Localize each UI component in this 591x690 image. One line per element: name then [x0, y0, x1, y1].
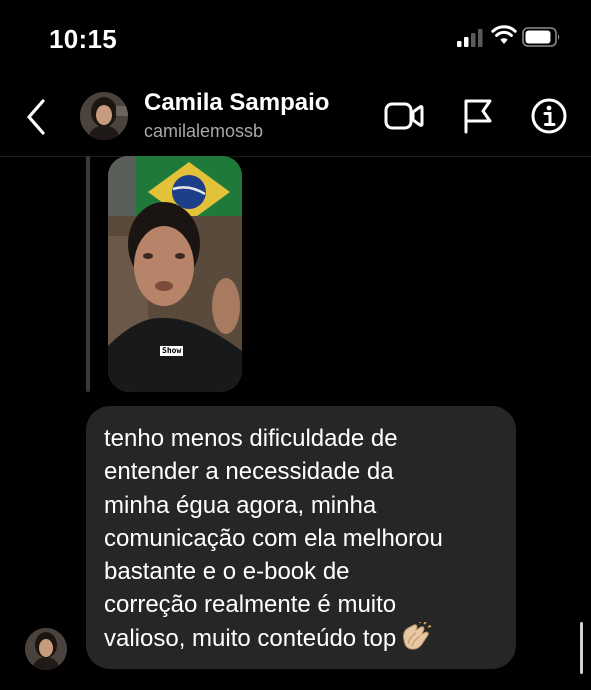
message-text: tenho menos dificuldade de entender a ne…	[104, 422, 502, 655]
sender-avatar-photo	[25, 628, 67, 670]
video-thumbnail[interactable]: Show	[108, 156, 242, 392]
video-frame	[108, 156, 242, 392]
message-text-content: tenho menos dificuldade de entender a ne…	[104, 425, 443, 652]
scroll-indicator[interactable]	[580, 622, 583, 674]
back-icon[interactable]	[24, 98, 48, 136]
avatar[interactable]	[80, 92, 128, 140]
status-bar: 10:15	[0, 0, 591, 80]
signal-icon	[457, 29, 483, 47]
video-call-icon[interactable]	[384, 100, 424, 132]
info-icon[interactable]	[530, 97, 568, 135]
avatar-photo	[80, 92, 128, 140]
status-time: 10:15	[49, 24, 117, 54]
battery-icon	[522, 27, 560, 47]
contact-name[interactable]: Camila Sampaio	[144, 89, 329, 117]
video-caption: Show	[160, 346, 184, 356]
clapping-hands-icon	[403, 621, 432, 650]
sender-avatar[interactable]	[25, 628, 67, 670]
reply-indicator-bar	[86, 156, 90, 392]
flag-icon[interactable]	[462, 98, 494, 134]
chat-header: Camila Sampaio camilalemossb	[0, 80, 591, 157]
contact-username[interactable]: camilalemossb	[144, 121, 263, 142]
wifi-icon	[491, 25, 517, 44]
message-bubble[interactable]: tenho menos dificuldade de entender a ne…	[86, 406, 516, 669]
